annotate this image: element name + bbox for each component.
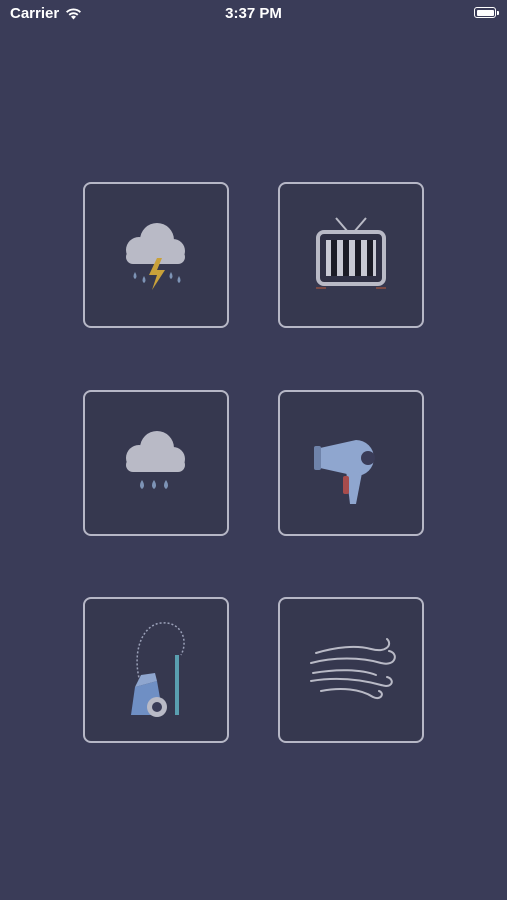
storm-cloud-icon <box>126 223 185 290</box>
hair-dryer-icon <box>314 440 375 504</box>
rain-cloud-icon <box>126 431 185 489</box>
clock: 3:37 PM <box>225 5 282 22</box>
wind-icon <box>310 638 396 700</box>
vacuum-cleaner-icon <box>131 622 185 717</box>
tv-icon <box>316 217 386 289</box>
thunderstorm-sound-button[interactable] <box>83 182 229 328</box>
vacuum-cleaner-sound-button[interactable] <box>83 597 229 743</box>
tv-static-sound-button[interactable] <box>278 182 424 328</box>
wind-sound-button[interactable] <box>278 597 424 743</box>
status-bar: Carrier 3:37 PM <box>0 0 507 28</box>
rain-sound-button[interactable] <box>83 390 229 536</box>
battery-icon <box>474 7 499 18</box>
hair-dryer-sound-button[interactable] <box>278 390 424 536</box>
